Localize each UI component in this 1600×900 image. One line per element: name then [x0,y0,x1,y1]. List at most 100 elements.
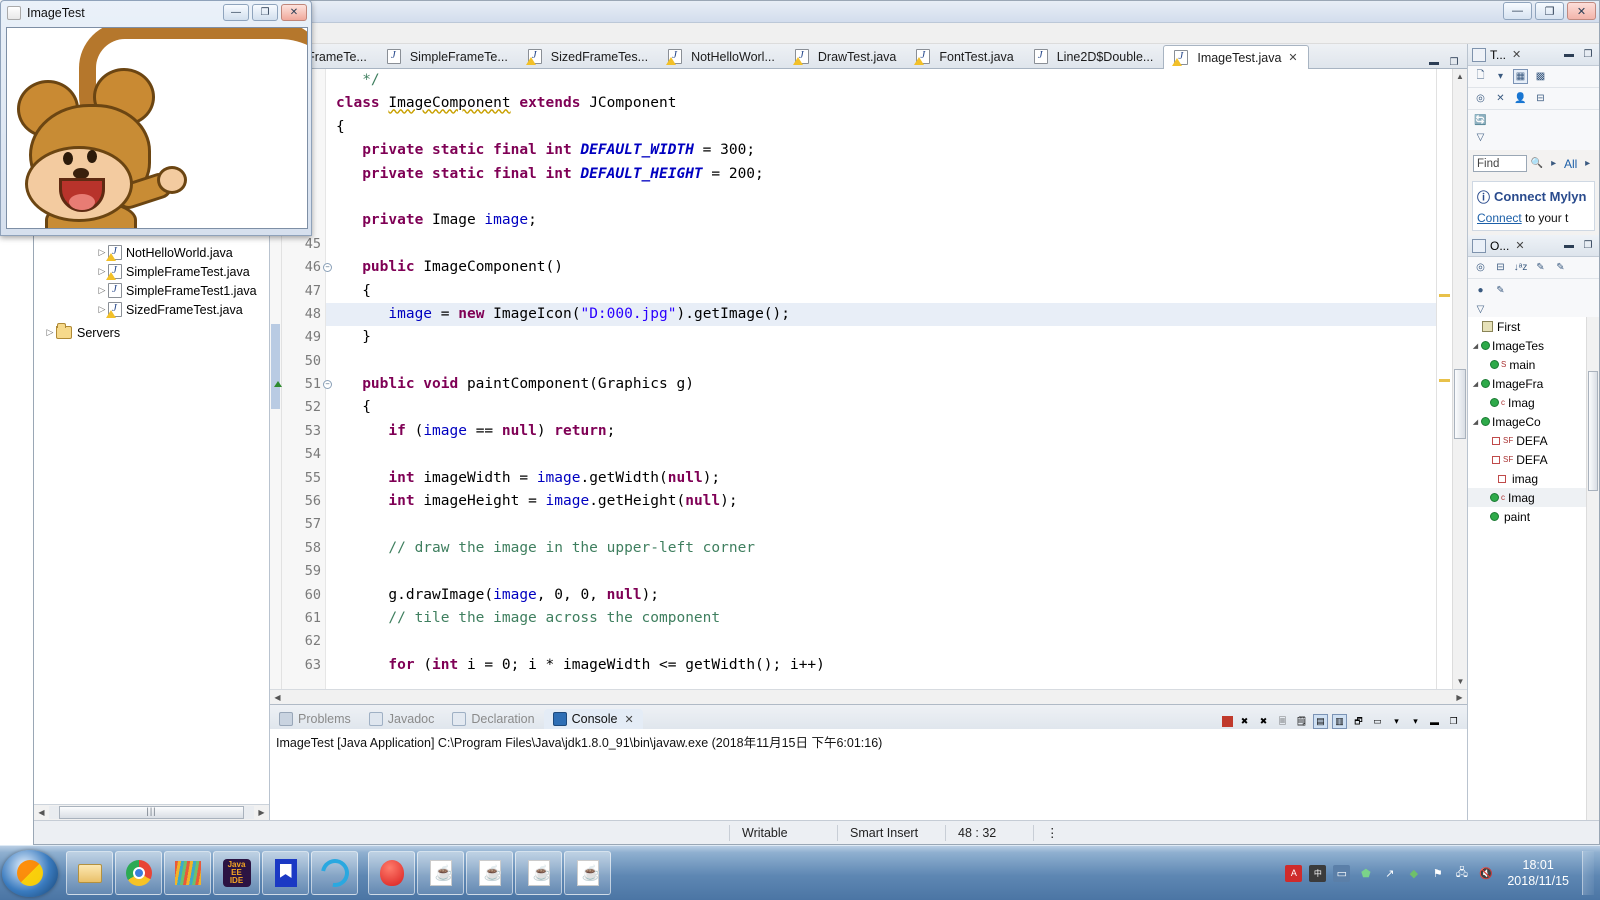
tab-simpleframete-1[interactable]: SimpleFrameTe... [377,45,518,68]
tree-item-sizedframetest[interactable]: ▷ SizedFrameTest.java [34,300,269,319]
outline-item-paintcomponent[interactable]: paint [1468,507,1599,526]
categorized-view-icon[interactable]: ▦ [1513,69,1528,84]
editor-minimize-icon[interactable]: ▬ [1427,56,1441,68]
outline-maximize-icon[interactable]: ❐ [1581,240,1595,252]
flag-error-icon[interactable]: ⚑ [1429,865,1446,882]
console-menu-icon[interactable]: ▾ [1389,714,1404,729]
tab-console[interactable]: Console ✕ [543,709,643,729]
scheduled-view-icon[interactable]: ▩ [1533,69,1548,84]
code-line[interactable]: { [336,396,1436,419]
package-explorer-hscrollbar[interactable]: ◀ ▶ [34,804,269,820]
shield-icon[interactable]: ⬟ [1357,865,1374,882]
tree-item-servers[interactable]: ▷ Servers [34,323,269,342]
remove-launch-icon[interactable]: ✖ [1237,714,1252,729]
network-error-icon[interactable]: 🖧 [1453,865,1470,882]
taskbar-internet-explorer-icon[interactable] [311,851,358,895]
code-line[interactable]: private static final int DEFAULT_WIDTH =… [336,139,1436,162]
clear-console-icon[interactable]: 🗒 [1294,714,1309,729]
code-line[interactable] [336,233,1436,256]
code-line[interactable]: // tile the image across the component [336,607,1436,630]
outline-item-image-field[interactable]: imag [1468,469,1599,488]
input-method-icon[interactable]: A [1285,864,1303,882]
outline-tree[interactable]: First ◢ ImageTes S main ◢ ImageFra c Ima… [1468,317,1599,820]
code-line[interactable]: class ImageComponent extends JComponent [336,92,1436,115]
find-scope-all[interactable]: All [1564,157,1577,171]
scroll-right-icon[interactable]: ▶ [254,808,269,817]
code-line[interactable]: { [336,116,1436,139]
outline-header[interactable]: O... ✕ ▬ ❐ [1468,235,1599,257]
code-line[interactable]: for (int i = 0; i * imageWidth <= getWid… [336,654,1436,677]
tree-item-simpleframetest1[interactable]: ▷ SimpleFrameTest1.java [34,281,269,300]
overview-ruler[interactable] [1436,69,1452,689]
outline-item-first[interactable]: First [1468,317,1599,336]
start-button[interactable] [2,849,58,897]
hide-local-icon[interactable]: ✎ [1493,283,1508,298]
monitor-icon[interactable]: ▭ [1333,864,1351,882]
task-list-header[interactable]: T... ✕ ▬ ❐ [1468,44,1599,66]
tab-declaration[interactable]: Declaration [443,709,543,729]
mylyn-notification[interactable]: ⓘ Connect Mylyn Connect to your t [1472,181,1595,231]
tab-close-icon[interactable]: ✕ [624,713,633,726]
code-line[interactable] [336,186,1436,209]
filter-icon[interactable]: ✕ [1493,91,1508,106]
outline-vscroll-thumb[interactable] [1588,371,1598,491]
taskbar-java-ee-ide-icon[interactable]: Java EE IDE [213,851,260,895]
taskbar-java-app-4[interactable]: ☕ [564,851,611,895]
console-output[interactable]: ImageTest [Java Application] C:\Program … [270,729,1467,820]
code-line[interactable]: */ [336,69,1436,92]
task-list-minimize-icon[interactable]: ▬ [1562,49,1576,61]
code-text[interactable]: */ class ImageComponent extends JComponen… [326,69,1436,689]
ime-icon[interactable]: 中 [1309,864,1327,882]
hscroll-thumb[interactable] [59,806,244,819]
sync-icon[interactable]: 🔄 [1473,113,1488,128]
code-line[interactable]: g.drawImage(image, 0, 0, null); [336,584,1436,607]
tree-item-simpleframetest[interactable]: ▷ SimpleFrameTest.java [34,262,269,281]
show-desktop-button[interactable] [1582,851,1594,895]
hscroll-track[interactable] [49,806,254,819]
taskbar-foxit-icon[interactable] [368,851,415,895]
console-minimize-icon[interactable]: ▬ [1427,714,1442,729]
code-line[interactable]: } [336,326,1436,349]
taskbar-stripes-icon[interactable] [164,851,211,895]
outline-item-default-height[interactable]: SF DEFA [1468,450,1599,469]
outline-item-default-width[interactable]: SF DEFA [1468,431,1599,450]
code-line[interactable]: int imageHeight = image.getHeight(null); [336,490,1436,513]
taskbar-java-app-2[interactable]: ☕ [466,851,513,895]
collapse-all-icon[interactable]: ⊟ [1493,260,1508,275]
code-line[interactable] [336,513,1436,536]
tab-line2ddouble[interactable]: Line2D$Double... [1024,45,1164,68]
imagetest-close-button[interactable]: ✕ [281,4,307,21]
code-line[interactable]: // draw the image in the upper-left corn… [336,537,1436,560]
twisty-icon[interactable]: ▷ [44,327,56,338]
scroll-left-icon[interactable]: ◀ [270,693,285,702]
terminate-icon[interactable] [1222,716,1233,727]
code-line[interactable]: private static final int DEFAULT_HEIGHT … [336,163,1436,186]
print-icon[interactable]: 🗏 [1275,714,1290,729]
imagetest-window[interactable]: ImageTest — ❐ ✕ [0,0,312,236]
editor-maximize-icon[interactable]: ❐ [1447,56,1461,68]
scroll-up-icon[interactable]: ▲ [1453,69,1467,84]
tab-close-icon[interactable]: ✕ [1288,51,1297,64]
tab-nothelloworl[interactable]: NotHelloWorl... [658,45,785,68]
new-console-icon[interactable]: 🗗 [1351,714,1366,729]
editor-vscrollbar[interactable]: ▲ ▼ [1452,69,1467,689]
twisty-icon[interactable]: ◢ [1470,380,1481,388]
vscroll-thumb[interactable] [1454,369,1466,439]
collapse-all-icon[interactable]: ⊟ [1533,91,1548,106]
taskbar-java-app-1[interactable]: ☕ [417,851,464,895]
outline-vscrollbar[interactable] [1586,317,1599,820]
tab-imagetest[interactable]: ImageTest.java ✕ [1163,45,1309,69]
outline-item-imagecomponent[interactable]: ◢ ImageCo [1468,412,1599,431]
display-console-icon[interactable]: ▭ [1370,714,1385,729]
taskbar-java-app-3[interactable]: ☕ [515,851,562,895]
tab-javadoc[interactable]: Javadoc [360,709,444,729]
view-menu-icon[interactable]: ▾ [1408,714,1423,729]
code-line[interactable]: { [336,280,1436,303]
scroll-lock-icon[interactable]: ▤ [1313,714,1328,729]
tab-drawtest[interactable]: DrawTest.java [785,45,907,68]
focus-icon[interactable]: ◎ [1473,91,1488,106]
eclipse-close-button[interactable]: ✕ [1567,2,1596,20]
tab-problems[interactable]: Problems [270,709,360,729]
mylyn-connect-link[interactable]: Connect [1477,211,1522,225]
twisty-icon[interactable]: ▷ [96,285,108,296]
